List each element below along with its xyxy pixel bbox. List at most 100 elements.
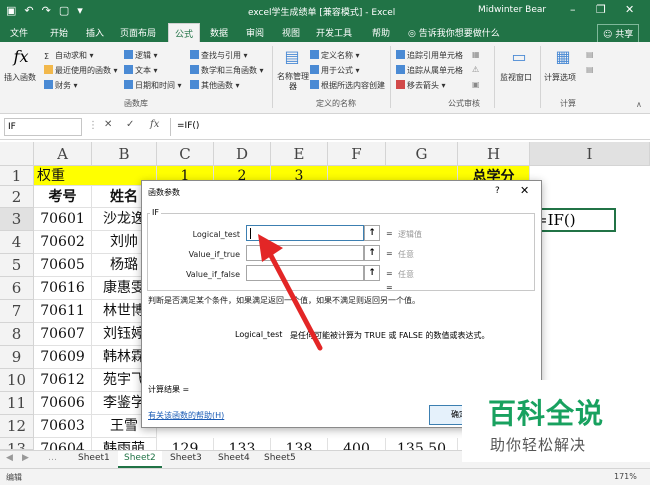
zoom-level[interactable]: 171% (614, 472, 637, 481)
cell-a7[interactable]: 70611 (34, 300, 92, 323)
collapse-dialog-button[interactable]: ↑ (364, 245, 380, 261)
cell-a11[interactable]: 70606 (34, 392, 92, 415)
cell-a9[interactable]: 70609 (34, 346, 92, 369)
insert-function-button[interactable]: 插入函数 (4, 72, 36, 83)
prev-sheet-icon[interactable]: ◀ (6, 453, 13, 463)
use-in-formula-button[interactable]: 用于公式 ▾ (310, 65, 360, 76)
row-header[interactable]: 13 (0, 438, 34, 450)
show-formulas-icon[interactable]: ▦ (472, 50, 480, 59)
sheet-tab[interactable]: Sheet5 (264, 453, 296, 463)
cell-a1[interactable]: 权重 (34, 166, 157, 186)
sheet-tab[interactable]: Sheet1 (78, 453, 110, 463)
close-button[interactable]: ✕ (625, 3, 634, 16)
tab-page-layout[interactable]: 页面布局 (120, 26, 156, 39)
cell-a6[interactable]: 70616 (34, 277, 92, 300)
cell-a5[interactable]: 70605 (34, 254, 92, 277)
collapse-ribbon-icon[interactable]: ∧ (636, 100, 642, 109)
column-header[interactable]: G (386, 142, 458, 166)
column-header[interactable]: D (214, 142, 271, 166)
select-all-corner[interactable] (0, 142, 34, 166)
insert-function-icon[interactable]: fx (10, 46, 32, 68)
function-help-link[interactable]: 有关该函数的帮助(H) (148, 410, 224, 421)
customize-icon[interactable]: ▾ (77, 4, 83, 17)
tab-insert[interactable]: 插入 (86, 26, 104, 39)
financial-button[interactable]: 财务 ▾ (44, 80, 78, 91)
tab-help[interactable]: 帮助 (372, 26, 390, 39)
user-name[interactable]: Midwinter Bear (478, 5, 546, 15)
remove-arrows-button[interactable]: 移去箭头 ▾ (396, 80, 446, 91)
more-sheets-icon[interactable]: … (48, 453, 57, 463)
share-button[interactable]: ☺ 共享 (597, 24, 640, 43)
tab-home[interactable]: 开始 (50, 26, 68, 39)
column-header[interactable]: I (530, 142, 650, 166)
watch-window-button[interactable]: 监视窗口 (500, 72, 532, 83)
fx-icon[interactable]: fx (150, 119, 159, 130)
cell-a4[interactable]: 70602 (34, 231, 92, 254)
save-icon[interactable]: ▣ (6, 4, 16, 17)
collapse-dialog-button[interactable]: ↑ (364, 225, 380, 241)
column-header[interactable]: C (157, 142, 214, 166)
tab-data[interactable]: 数据 (210, 26, 228, 39)
evaluate-formula-icon[interactable]: ▣ (472, 80, 480, 89)
value-if-true-input[interactable] (246, 245, 364, 261)
row-header[interactable]: 3 (0, 208, 34, 231)
row-header[interactable]: 8 (0, 323, 34, 346)
text-button[interactable]: 文本 ▾ (124, 65, 158, 76)
row-header[interactable]: 7 (0, 300, 34, 323)
minimize-button[interactable]: – (570, 3, 576, 16)
recent-functions-button[interactable]: 最近使用的函数 ▾ (44, 65, 118, 76)
next-sheet-icon[interactable]: ▶ (22, 453, 29, 463)
row-header[interactable]: 2 (0, 186, 34, 208)
enter-icon[interactable]: ✓ (126, 119, 134, 130)
cell-a3[interactable]: 70601 (34, 208, 92, 231)
cell-a8[interactable]: 70607 (34, 323, 92, 346)
new-file-icon[interactable]: ▢ (59, 4, 69, 17)
row-header[interactable]: 6 (0, 277, 34, 300)
redo-icon[interactable]: ↷ (42, 4, 51, 17)
cancel-icon[interactable]: ✕ (104, 119, 112, 130)
tab-formulas[interactable]: 公式 (168, 23, 201, 42)
collapse-dialog-button[interactable]: ↑ (364, 265, 380, 281)
cell-a2[interactable]: 考号 (34, 186, 92, 208)
value-if-false-input[interactable] (246, 265, 364, 281)
column-header[interactable]: H (458, 142, 530, 166)
logical-button[interactable]: 逻辑 ▾ (124, 50, 158, 61)
cell-a10[interactable]: 70612 (34, 369, 92, 392)
active-cell-i3[interactable]: =IF() (530, 208, 616, 232)
calculator-icon[interactable]: ▦ (552, 46, 574, 68)
logical-test-input[interactable] (246, 225, 364, 241)
watch-window-icon[interactable]: ▭ (508, 46, 530, 68)
column-header[interactable]: B (92, 142, 157, 166)
calc-options-button[interactable]: 计算选项 (544, 72, 576, 83)
other-functions-button[interactable]: 其他函数 ▾ (190, 80, 240, 91)
dialog-close-icon[interactable]: ✕ (520, 184, 529, 197)
undo-icon[interactable]: ↶ (24, 4, 33, 17)
column-header[interactable]: F (328, 142, 386, 166)
row-header[interactable]: 12 (0, 415, 34, 438)
autosum-button[interactable]: Σ 自动求和 ▾ (44, 50, 94, 61)
name-manager-button[interactable]: 名称管理器 (276, 72, 310, 92)
tab-file[interactable]: 文件 (10, 26, 28, 39)
calc-sheet-icon[interactable]: ▤ (586, 65, 594, 74)
datetime-button[interactable]: 日期和时间 ▾ (124, 80, 182, 91)
row-header[interactable]: 1 (0, 166, 34, 186)
row-header[interactable]: 4 (0, 231, 34, 254)
tab-developer[interactable]: 开发工具 (316, 26, 352, 39)
error-checking-icon[interactable]: ⚠ (472, 65, 479, 74)
tell-me-search[interactable]: ◎ 告诉我你想要做什么 (408, 26, 500, 39)
sheet-tab[interactable]: Sheet4 (218, 453, 250, 463)
tab-review[interactable]: 审阅 (246, 26, 264, 39)
sheet-tab-active[interactable]: Sheet2 (118, 451, 162, 468)
name-box[interactable]: IF (4, 118, 82, 136)
row-header[interactable]: 11 (0, 392, 34, 415)
name-manager-icon[interactable]: ▤ (281, 46, 303, 68)
cell-a12[interactable]: 70603 (34, 415, 92, 438)
math-button[interactable]: 数学和三角函数 ▾ (190, 65, 264, 76)
dialog-help-icon[interactable]: ? (495, 186, 500, 196)
calc-now-icon[interactable]: ▤ (586, 50, 594, 59)
create-from-selection-button[interactable]: 根据所选内容创建 (310, 80, 385, 91)
row-header[interactable]: 10 (0, 369, 34, 392)
trace-dependents-button[interactable]: 追踪从属单元格 (396, 65, 463, 76)
column-header[interactable]: E (271, 142, 328, 166)
sheet-tab[interactable]: Sheet3 (170, 453, 202, 463)
